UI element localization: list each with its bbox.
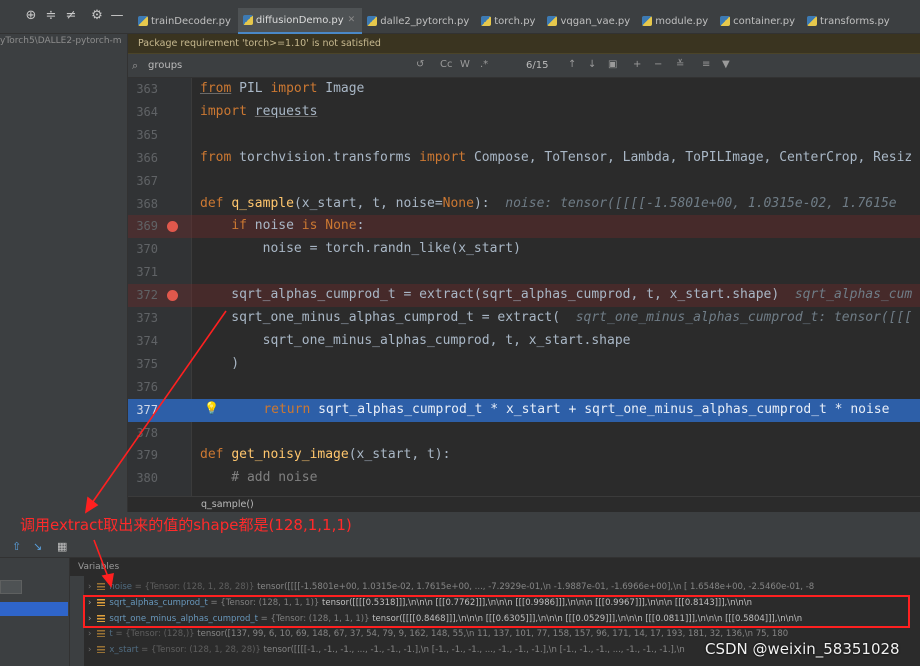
arrow-line-lower [93, 539, 109, 578]
annotation-text: 调用extract取出来的值的shape都是(128,1,1,1) [20, 516, 352, 534]
annotation-arrows [84, 310, 227, 588]
arrow-line-upper [91, 310, 227, 504]
watermark: CSDN @weixin_58351028 [705, 640, 900, 658]
arrow-head-upper [84, 496, 99, 514]
arrow-head-lower [101, 572, 114, 588]
